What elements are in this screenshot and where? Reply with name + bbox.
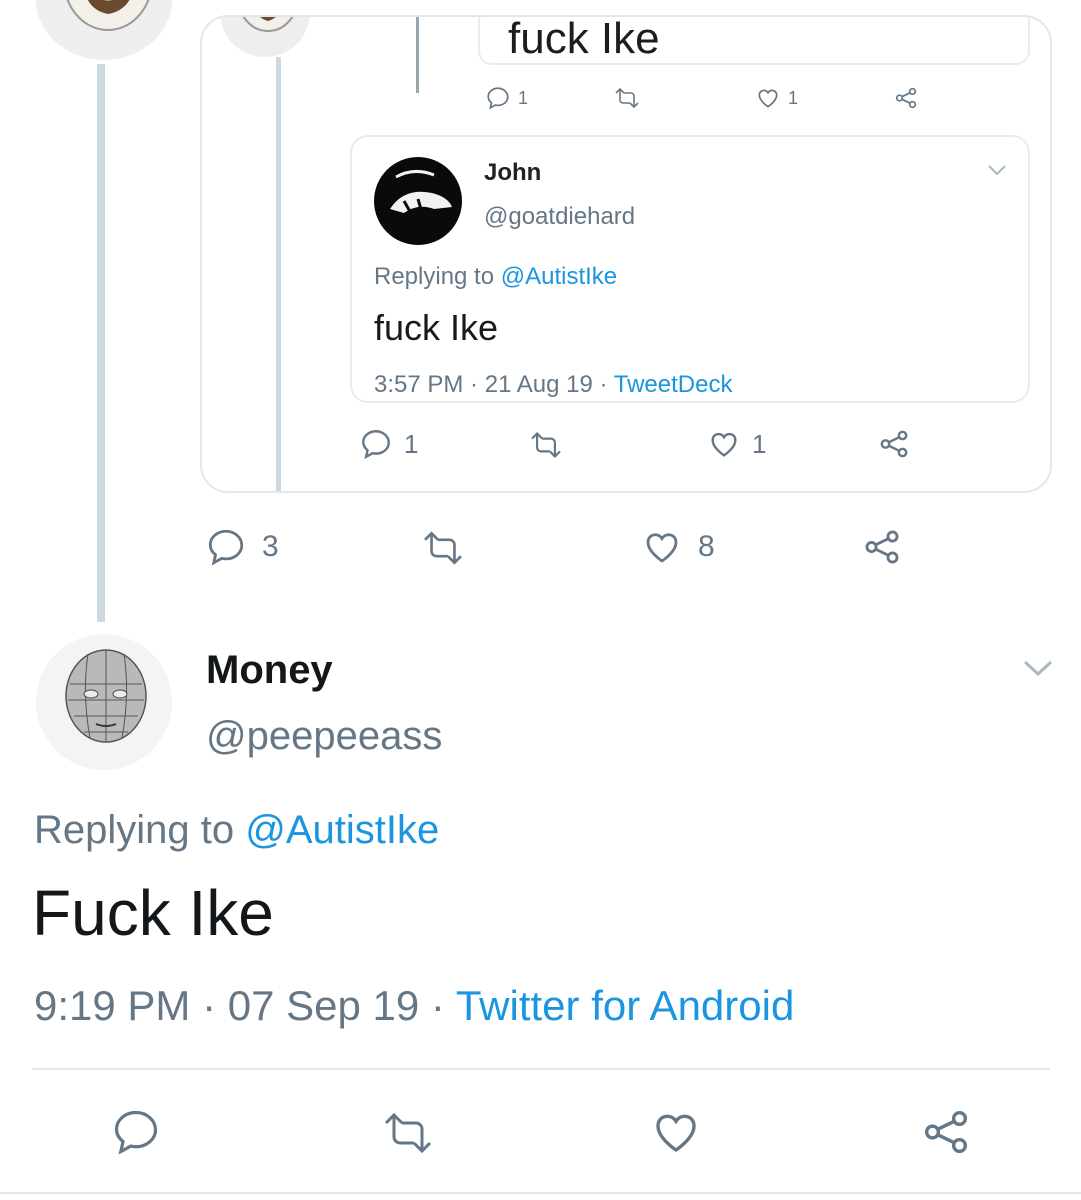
main-replying-line: Replying to @AutistIke xyxy=(34,808,439,853)
inner-client[interactable]: TweetDeck xyxy=(614,371,733,398)
money-avatar[interactable] xyxy=(36,634,172,770)
quoted-tweet-card[interactable]: fuck Ike 1 1 John @goatdiehard Replying … xyxy=(200,15,1052,493)
inner-time: 3:57 PM xyxy=(374,371,464,398)
parent-reply-count: 3 xyxy=(262,530,279,563)
money-handle[interactable]: @peepeeass xyxy=(206,714,442,759)
inner-tweet-text: fuck Ike xyxy=(374,307,499,348)
retweet-icon xyxy=(384,1112,432,1154)
john-display-name[interactable]: John xyxy=(484,159,541,187)
chevron-down-icon xyxy=(1023,660,1053,677)
heart-icon xyxy=(646,533,678,563)
parent-like-button[interactable]: 8 xyxy=(640,526,715,568)
main-separator: · xyxy=(419,982,456,1029)
main-replying-handle[interactable]: @AutistIke xyxy=(245,808,439,852)
main-meta: 9:19 PM · 07 Sep 19 · Twitter for Androi… xyxy=(34,982,794,1030)
main-replying-prefix: Replying to xyxy=(34,808,246,852)
goat-logo-icon xyxy=(390,170,452,216)
heart-icon xyxy=(758,89,778,108)
quote-reply-count: 1 xyxy=(404,428,419,459)
money-display-name[interactable]: Money xyxy=(206,648,333,693)
inner-quoted-tweet[interactable]: John @goatdiehard Replying to @AutistIke… xyxy=(350,135,1030,403)
inner-date: 21 Aug 19 xyxy=(484,371,593,398)
main-date: 07 Sep 19 xyxy=(227,982,420,1029)
chevron-down-icon xyxy=(988,165,1006,176)
bearded-face-icon xyxy=(242,17,294,32)
thread-line xyxy=(97,64,105,622)
inner-meta: 3:57 PM · 21 Aug 19 · TweetDeck xyxy=(374,371,732,399)
john-avatar[interactable] xyxy=(374,157,462,245)
inner-replying-handle[interactable]: @AutistIke xyxy=(501,263,617,290)
inner-thread-line xyxy=(416,17,419,93)
main-time: 9:19 PM xyxy=(34,982,191,1029)
retweet-icon xyxy=(424,531,462,565)
inner-caret[interactable] xyxy=(986,163,1008,182)
actions-divider xyxy=(32,1068,1050,1070)
mini-like-button[interactable]: 1 xyxy=(754,85,798,111)
inner-replying-line: Replying to @AutistIke xyxy=(374,263,617,291)
mini-like-count: 1 xyxy=(788,87,799,108)
reply-icon xyxy=(487,87,509,110)
inner-separator: · xyxy=(463,371,485,398)
quote-share-button[interactable] xyxy=(876,427,912,461)
3d-head-mesh-icon xyxy=(65,649,147,743)
share-icon xyxy=(895,87,917,109)
quoted-thread-line xyxy=(276,57,281,491)
parent-avatar[interactable] xyxy=(36,0,172,60)
main-like-button[interactable] xyxy=(648,1104,704,1160)
parent-share-button[interactable] xyxy=(860,526,904,568)
main-reply-button[interactable] xyxy=(108,1104,164,1160)
share-icon xyxy=(924,1110,968,1154)
quote-like-button[interactable]: 1 xyxy=(706,427,766,461)
reply-icon xyxy=(114,1110,158,1155)
inner-replying-prefix: Replying to xyxy=(374,263,501,290)
parent-reply-button[interactable]: 3 xyxy=(204,526,279,568)
quoted-avatar xyxy=(220,17,310,57)
main-retweet-button[interactable] xyxy=(376,1108,440,1158)
quoted-fragment-text: fuck Ike xyxy=(508,15,660,63)
main-caret[interactable] xyxy=(1020,656,1056,685)
parent-retweet-button[interactable] xyxy=(418,530,468,566)
mini-reply-count: 1 xyxy=(518,87,529,108)
bottom-divider xyxy=(0,1192,1081,1194)
share-icon xyxy=(880,430,908,458)
mini-retweet-button[interactable] xyxy=(612,87,642,109)
share-icon xyxy=(865,530,899,564)
quote-reply-button[interactable]: 1 xyxy=(358,427,418,461)
main-tweet-text: Fuck Ike xyxy=(32,877,274,949)
heart-icon xyxy=(711,432,737,457)
reply-icon xyxy=(208,529,244,566)
mini-reply-button[interactable]: 1 xyxy=(484,85,528,111)
mini-share-button[interactable] xyxy=(892,85,920,111)
retweet-icon xyxy=(531,432,561,458)
retweet-icon xyxy=(615,87,639,109)
quote-retweet-button[interactable] xyxy=(526,431,566,459)
inner-separator: · xyxy=(592,371,614,398)
heart-icon xyxy=(656,1114,696,1153)
parent-like-count: 8 xyxy=(698,530,715,563)
quote-like-count: 1 xyxy=(752,428,767,459)
main-share-button[interactable] xyxy=(916,1104,976,1160)
reply-icon xyxy=(362,430,390,460)
main-client[interactable]: Twitter for Android xyxy=(456,982,794,1029)
bearded-face-icon xyxy=(66,0,150,31)
main-separator: · xyxy=(190,982,228,1029)
john-handle[interactable]: @goatdiehard xyxy=(484,203,635,231)
